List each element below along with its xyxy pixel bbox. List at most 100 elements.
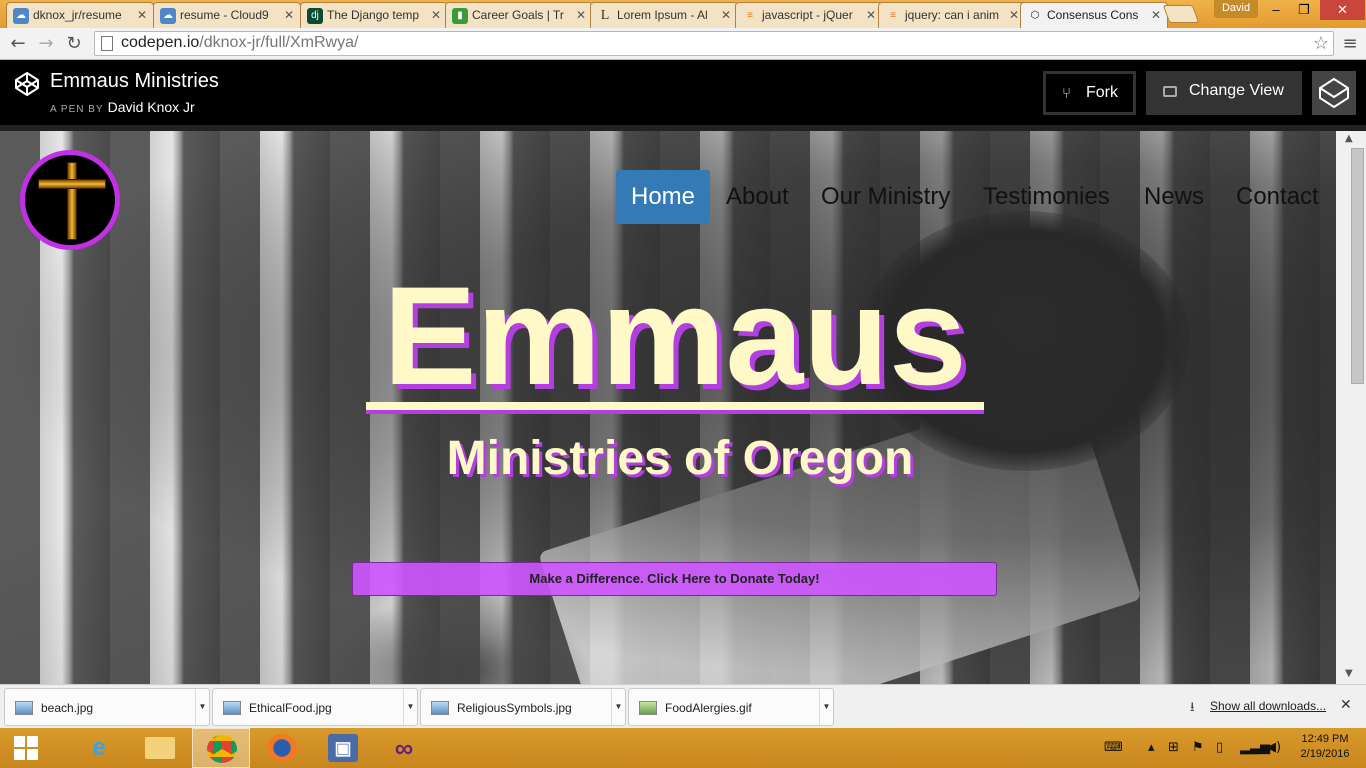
windows-start-button[interactable] bbox=[14, 736, 40, 760]
scroll-down-icon[interactable]: ▼ bbox=[1345, 668, 1353, 679]
gif-file-icon bbox=[639, 701, 657, 715]
close-icon[interactable]: ✕ bbox=[1151, 8, 1161, 22]
hero-title: Emmaus bbox=[383, 257, 967, 414]
nav-testimonies[interactable]: Testimonies bbox=[983, 170, 1110, 224]
image-file-icon bbox=[431, 701, 449, 715]
trello-icon: ▮ bbox=[452, 8, 468, 24]
codepen-logo-icon[interactable] bbox=[14, 71, 40, 97]
reload-icon[interactable]: ↻ bbox=[62, 32, 86, 56]
download-item[interactable]: ReligiousSymbols.jpg ▼ bbox=[420, 688, 626, 726]
tab-label: Consensus Cons bbox=[1047, 8, 1139, 22]
show-all-downloads-link[interactable]: ⭳ Show all downloads... bbox=[1190, 699, 1326, 714]
pen-byline: A PEN BY David Knox Jr bbox=[50, 99, 195, 115]
chrome-menu-icon[interactable]: ≡ bbox=[1340, 34, 1360, 54]
vs-glyph: ∞ bbox=[394, 733, 414, 763]
change-view-button[interactable]: Change View bbox=[1146, 71, 1302, 115]
virtualbox-glyph: ▣ bbox=[328, 734, 358, 762]
fork-label: Fork bbox=[1086, 84, 1118, 101]
minimize-button[interactable]: – bbox=[1262, 0, 1290, 20]
close-icon[interactable]: ✕ bbox=[866, 8, 876, 22]
firefox-icon[interactable] bbox=[253, 728, 311, 768]
browser-tab-active[interactable]: ⬡ Consensus Cons ✕ bbox=[1020, 2, 1168, 29]
close-icon[interactable]: ✕ bbox=[137, 8, 147, 22]
internet-explorer-icon[interactable]: e bbox=[70, 728, 128, 768]
system-clock[interactable]: 12:49 PM 2/19/2016 bbox=[1292, 732, 1358, 762]
volume-icon[interactable]: ◀) bbox=[1266, 740, 1281, 755]
file-explorer-icon[interactable] bbox=[131, 728, 189, 768]
browser-tab[interactable]: ≡ jquery: can i anim ✕ bbox=[878, 2, 1026, 28]
browser-tab[interactable]: ☁ resume - Cloud9 ✕ bbox=[153, 2, 301, 28]
tab-label: The Django temp bbox=[327, 8, 420, 22]
tab-label: javascript - jQuer bbox=[762, 8, 853, 22]
browser-tab[interactable]: ☁ dknox_jr/resume ✕ bbox=[6, 2, 154, 28]
browser-tab-strip: ☁ dknox_jr/resume ✕ ☁ resume - Cloud9 ✕ … bbox=[0, 0, 1366, 29]
chevron-down-icon[interactable]: ▼ bbox=[611, 689, 625, 725]
hero-title-underline bbox=[366, 402, 984, 410]
site-logo[interactable] bbox=[20, 150, 120, 250]
clock-time: 12:49 PM bbox=[1301, 733, 1349, 745]
profile-button[interactable]: David bbox=[1214, 0, 1258, 18]
ie-glyph: e bbox=[92, 734, 106, 761]
cloud9-icon: ☁ bbox=[13, 8, 29, 24]
donate-button[interactable]: Make a Difference. Click Here to Donate … bbox=[352, 562, 997, 596]
change-view-label: Change View bbox=[1189, 82, 1284, 99]
close-icon[interactable]: ✕ bbox=[576, 8, 586, 22]
new-tab-button[interactable] bbox=[1162, 5, 1200, 23]
chevron-up-icon[interactable]: ▴ bbox=[1148, 740, 1155, 755]
codepen-header: Emmaus Ministries A PEN BY David Knox Jr … bbox=[0, 61, 1366, 125]
download-filename: EthicalFood.jpg bbox=[249, 701, 332, 715]
page-icon bbox=[101, 36, 113, 51]
scroll-up-icon[interactable]: ▲ bbox=[1345, 133, 1353, 144]
nav-contact[interactable]: Contact bbox=[1236, 170, 1319, 224]
codepen-icon: ⬡ bbox=[1030, 10, 1040, 21]
close-icon[interactable]: ✕ bbox=[721, 8, 731, 22]
back-icon[interactable]: ← bbox=[6, 32, 30, 56]
browser-toolbar: ← → ↻ codepen.io/dknox-jr/full/XmRwya/ ☆… bbox=[0, 28, 1366, 60]
firefox-glyph bbox=[267, 734, 297, 762]
download-item[interactable]: EthicalFood.jpg ▼ bbox=[212, 688, 418, 726]
visual-studio-icon[interactable]: ∞ bbox=[375, 728, 433, 768]
avatar[interactable] bbox=[1312, 71, 1356, 115]
close-icon[interactable]: ✕ bbox=[431, 8, 441, 22]
scrollbar-thumb[interactable] bbox=[1351, 148, 1364, 384]
tab-label: Lorem Ipsum - Al bbox=[617, 8, 708, 22]
power-icon[interactable]: ▯ bbox=[1216, 740, 1223, 755]
forward-icon[interactable]: → bbox=[34, 32, 58, 56]
action-center-flag-icon[interactable]: ⚑ bbox=[1192, 740, 1204, 755]
nav-news[interactable]: News bbox=[1144, 170, 1204, 224]
chrome-icon[interactable] bbox=[192, 728, 250, 768]
browser-tab[interactable]: ≡ javascript - jQuer ✕ bbox=[735, 2, 883, 28]
bookmark-star-icon[interactable]: ☆ bbox=[1313, 33, 1329, 54]
nav-our-ministry[interactable]: Our Ministry bbox=[821, 170, 950, 224]
chevron-down-icon[interactable]: ▼ bbox=[403, 689, 417, 725]
close-icon[interactable]: ✕ bbox=[284, 8, 294, 22]
cross-icon bbox=[67, 162, 77, 240]
chevron-down-icon[interactable]: ▼ bbox=[195, 689, 209, 725]
keyboard-icon[interactable]: ⌨ bbox=[1104, 740, 1123, 755]
download-item[interactable]: beach.jpg ▼ bbox=[4, 688, 210, 726]
close-icon[interactable]: ✕ bbox=[1340, 697, 1352, 713]
close-icon[interactable]: ✕ bbox=[1009, 8, 1019, 22]
stackoverflow-icon: ≡ bbox=[747, 10, 753, 21]
cloud9-icon: ☁ bbox=[160, 8, 176, 24]
nav-about[interactable]: About bbox=[726, 170, 789, 224]
fork-button[interactable]: ⑂ Fork bbox=[1043, 71, 1136, 115]
clock-date: 2/19/2016 bbox=[1300, 748, 1350, 760]
nav-home[interactable]: Home bbox=[616, 170, 711, 224]
address-bar[interactable]: codepen.io/dknox-jr/full/XmRwya/ ☆ bbox=[94, 31, 1334, 56]
download-filename: FoodAlergies.gif bbox=[665, 701, 752, 715]
browser-tab[interactable]: L Lorem Ipsum - Al ✕ bbox=[590, 2, 738, 28]
download-item[interactable]: FoodAlergies.gif ▼ bbox=[628, 688, 834, 726]
windows-flag-icon[interactable]: ⊞ bbox=[1168, 740, 1179, 755]
tab-label: jquery: can i anim bbox=[905, 8, 1000, 22]
window-close-button[interactable]: ✕ bbox=[1320, 0, 1365, 20]
browser-tab[interactable]: dj The Django temp ✕ bbox=[300, 2, 448, 28]
url-host: codepen.io bbox=[121, 34, 200, 51]
maximize-button[interactable]: ❐ bbox=[1290, 0, 1318, 20]
lorem-icon: L bbox=[600, 8, 610, 23]
cross-icon-bar bbox=[38, 179, 106, 189]
chevron-down-icon[interactable]: ▼ bbox=[819, 689, 833, 725]
browser-tab[interactable]: ▮ Career Goals | Tr ✕ bbox=[445, 2, 593, 28]
virtualbox-icon[interactable]: ▣ bbox=[314, 728, 372, 768]
author-link[interactable]: David Knox Jr bbox=[108, 99, 195, 115]
